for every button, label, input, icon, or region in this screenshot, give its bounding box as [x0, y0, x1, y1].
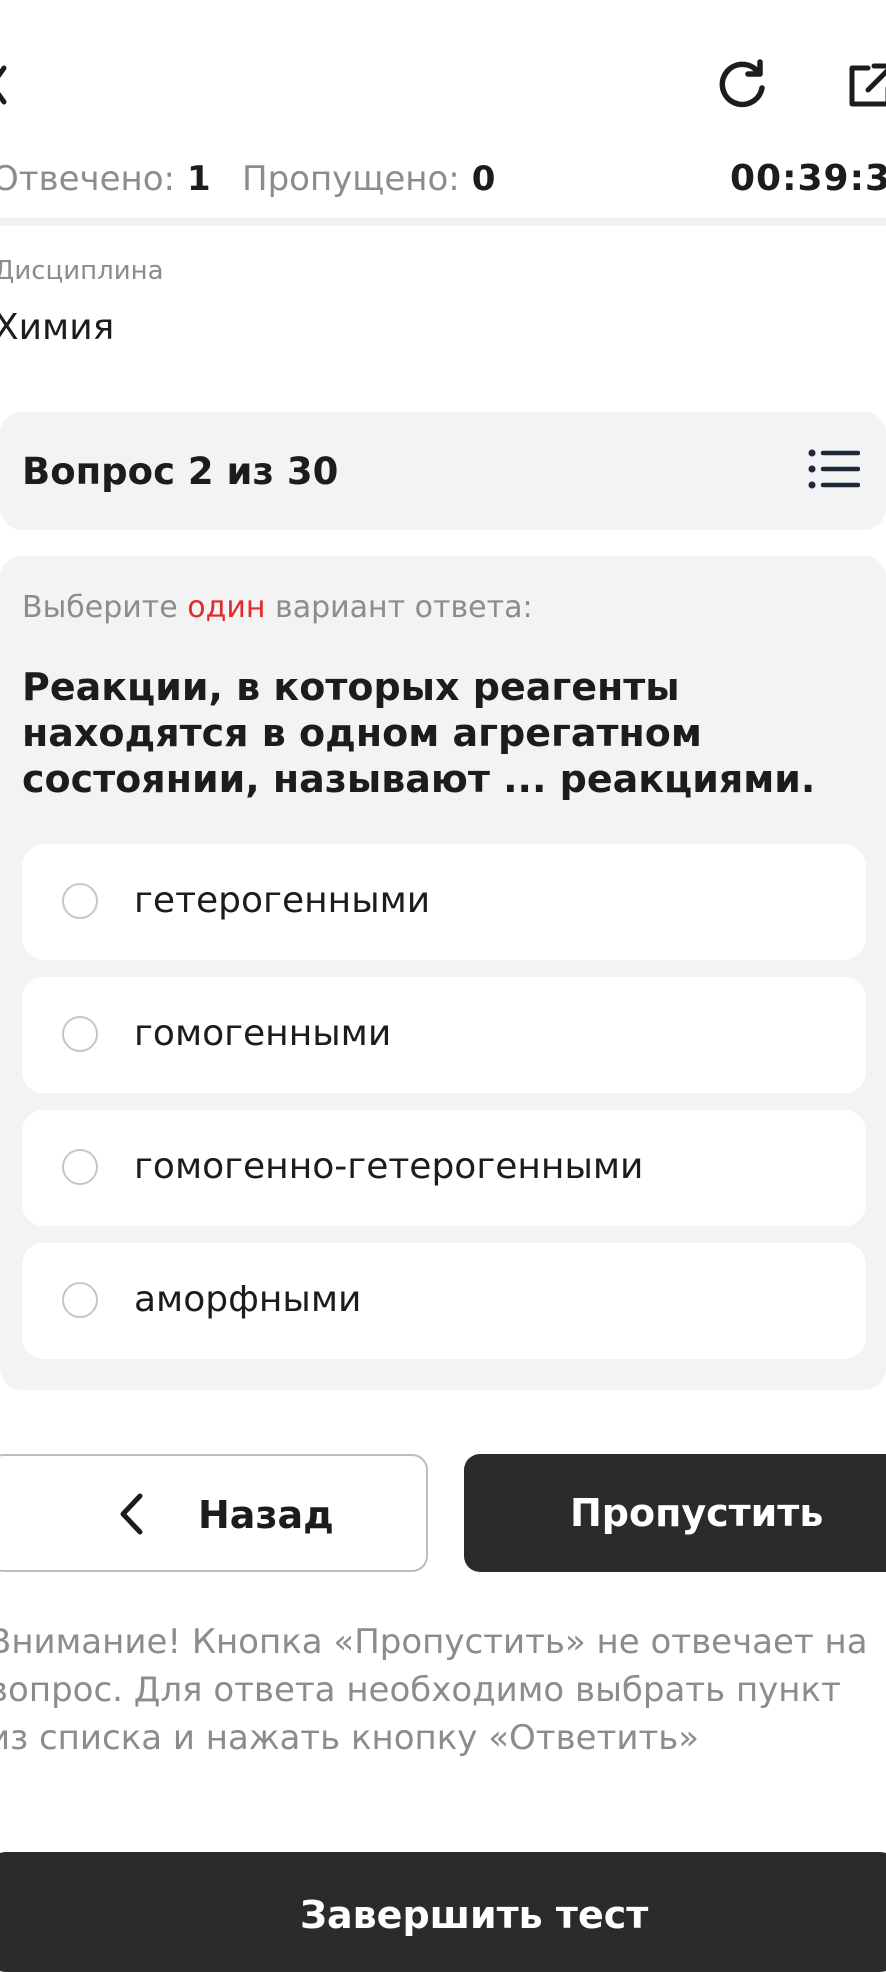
- divider: [0, 218, 886, 226]
- answer-option[interactable]: гомогенными: [22, 977, 866, 1093]
- skipped-value: 0: [471, 159, 496, 199]
- radio-icon[interactable]: [62, 1149, 98, 1185]
- refresh-icon[interactable]: [712, 54, 772, 114]
- question-counter: Вопрос 2 из 30: [22, 450, 339, 493]
- skip-button[interactable]: Пропустить: [464, 1454, 886, 1572]
- hint-before: Выберите: [22, 590, 178, 625]
- discipline-value: Химия: [0, 307, 115, 348]
- answered-value: 1: [187, 159, 211, 199]
- answer-option[interactable]: гомогенно-гетерогенными: [22, 1110, 866, 1226]
- skipped-label: Пропущено:: [242, 159, 460, 199]
- skipped-stat: Пропущено: 0: [242, 157, 495, 201]
- hint-emphasis: один: [187, 590, 266, 625]
- finish-button-label: Завершить тест: [300, 1893, 649, 1937]
- answer-option[interactable]: гетерогенными: [22, 844, 866, 960]
- discipline-label: Дисциплина: [0, 256, 164, 286]
- question-list-icon[interactable]: [808, 448, 860, 490]
- option-label: гомогенно-гетерогенными: [134, 1146, 644, 1187]
- share-icon[interactable]: [846, 60, 886, 110]
- radio-icon[interactable]: [62, 883, 98, 919]
- timer: 00:39:37: [730, 158, 886, 199]
- back-button[interactable]: Назад: [0, 1454, 428, 1572]
- question-text: Реакции, в которых реагенты находятся в …: [22, 665, 816, 801]
- chevron-left-icon: [120, 1493, 143, 1535]
- finish-test-button[interactable]: Завершить тест: [0, 1852, 886, 1972]
- answered-stat: Отвечено: 1: [0, 157, 211, 201]
- radio-icon[interactable]: [62, 1282, 98, 1318]
- option-label: гомогенными: [134, 1013, 392, 1054]
- back-button-label: Назад: [198, 1493, 334, 1537]
- option-label: аморфными: [134, 1279, 362, 1320]
- skip-notice: Внимание! Кнопка «Пропустить» не отвечае…: [0, 1622, 868, 1758]
- answer-option[interactable]: аморфными: [22, 1243, 866, 1359]
- option-label: гетерогенными: [134, 880, 431, 921]
- back-icon[interactable]: [0, 60, 8, 110]
- skip-button-label: Пропустить: [570, 1491, 824, 1535]
- answered-label: Отвечено:: [0, 159, 176, 199]
- answer-hint: Выберите один вариант ответа:: [22, 588, 533, 628]
- hint-after: вариант ответа:: [275, 590, 533, 625]
- radio-icon[interactable]: [62, 1016, 98, 1052]
